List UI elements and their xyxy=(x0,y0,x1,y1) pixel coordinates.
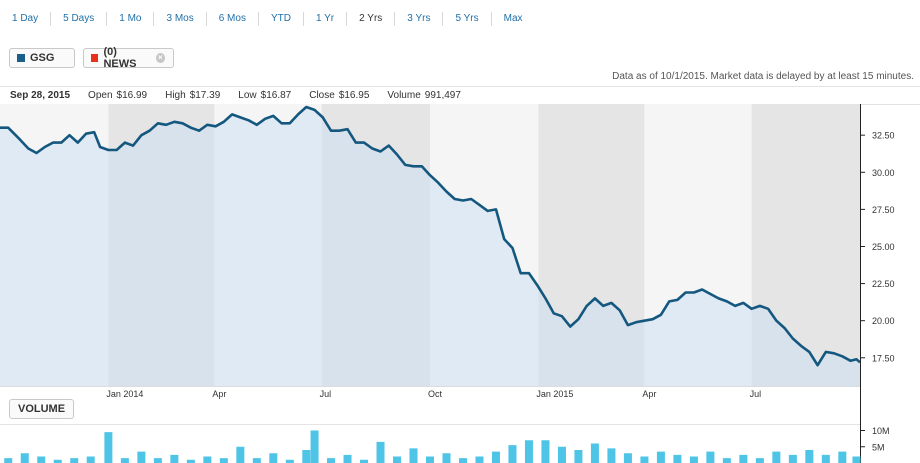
volume-bar xyxy=(310,430,319,463)
volume-bar xyxy=(689,456,698,463)
x-tick-label: Jul xyxy=(320,389,332,399)
volume-bar xyxy=(475,456,484,463)
volume-bar xyxy=(37,456,46,463)
y-tick-label: 32.50 xyxy=(872,131,895,141)
volume-bar xyxy=(442,453,451,463)
x-tick-label: Apr xyxy=(642,389,656,399)
volume-bar xyxy=(20,453,29,463)
volume-bar xyxy=(590,443,599,463)
volume-bar xyxy=(557,446,566,463)
volume-bar xyxy=(70,458,79,463)
volume-bar xyxy=(508,445,517,463)
volume-bar xyxy=(137,451,146,463)
volume-bar xyxy=(4,458,13,463)
volume-bar xyxy=(409,448,418,463)
volume-bar xyxy=(458,458,467,463)
volume-bar xyxy=(120,458,129,463)
volume-bar xyxy=(755,458,764,463)
volume-bar xyxy=(203,456,212,463)
volume-bar xyxy=(236,446,245,463)
volume-bar xyxy=(852,456,861,463)
volume-bar xyxy=(739,454,748,463)
volume-tick-label: 10M xyxy=(872,426,890,436)
volume-tick-label: 5M xyxy=(872,442,885,452)
price-chart[interactable]: 32.50 30.00 27.50 25.00 22.50 20.00 17.50 Jan 2… xyxy=(0,0,920,463)
volume-bar xyxy=(574,450,583,463)
volume-bar xyxy=(104,432,113,463)
volume-bar xyxy=(640,456,649,463)
volume-bar xyxy=(491,451,500,463)
volume-bar xyxy=(821,454,830,463)
volume-bar xyxy=(722,458,731,463)
y-tick-label: 22.50 xyxy=(872,279,895,289)
x-tick-label: Oct xyxy=(428,389,443,399)
volume-bar xyxy=(706,451,715,463)
y-tick-label: 25.00 xyxy=(872,242,895,252)
volume-bar xyxy=(393,456,402,463)
volume-bar xyxy=(170,454,179,463)
volume-bar xyxy=(219,458,228,463)
volume-bar xyxy=(673,454,682,463)
volume-bar xyxy=(541,440,550,463)
volume-bar xyxy=(343,454,352,463)
y-tick-label: 20.00 xyxy=(872,316,895,326)
volume-bar xyxy=(524,440,533,463)
volume-bar xyxy=(772,451,781,463)
volume-bar xyxy=(86,456,95,463)
y-tick-label: 17.50 xyxy=(872,353,895,363)
volume-bar xyxy=(788,454,797,463)
volume-bar xyxy=(623,453,632,463)
volume-bar xyxy=(327,458,336,463)
volume-bar xyxy=(252,458,261,463)
x-tick-label: Jan 2015 xyxy=(536,389,573,399)
volume-bar xyxy=(656,451,665,463)
volume-toggle-button[interactable]: VOLUME xyxy=(9,399,75,419)
volume-bar xyxy=(805,450,814,463)
y-tick-label: 27.50 xyxy=(872,205,895,215)
volume-bar xyxy=(376,441,385,463)
volume-bar xyxy=(269,453,278,463)
volume-bar xyxy=(607,448,616,463)
y-tick-label: 30.00 xyxy=(872,168,895,178)
x-tick-label: Apr xyxy=(212,389,226,399)
x-tick-label: Jan 2014 xyxy=(106,389,143,399)
volume-bar xyxy=(153,458,162,463)
volume-bar xyxy=(838,451,847,463)
x-tick-label: Jul xyxy=(750,389,762,399)
volume-bar xyxy=(302,450,311,463)
volume-bar xyxy=(426,456,434,463)
